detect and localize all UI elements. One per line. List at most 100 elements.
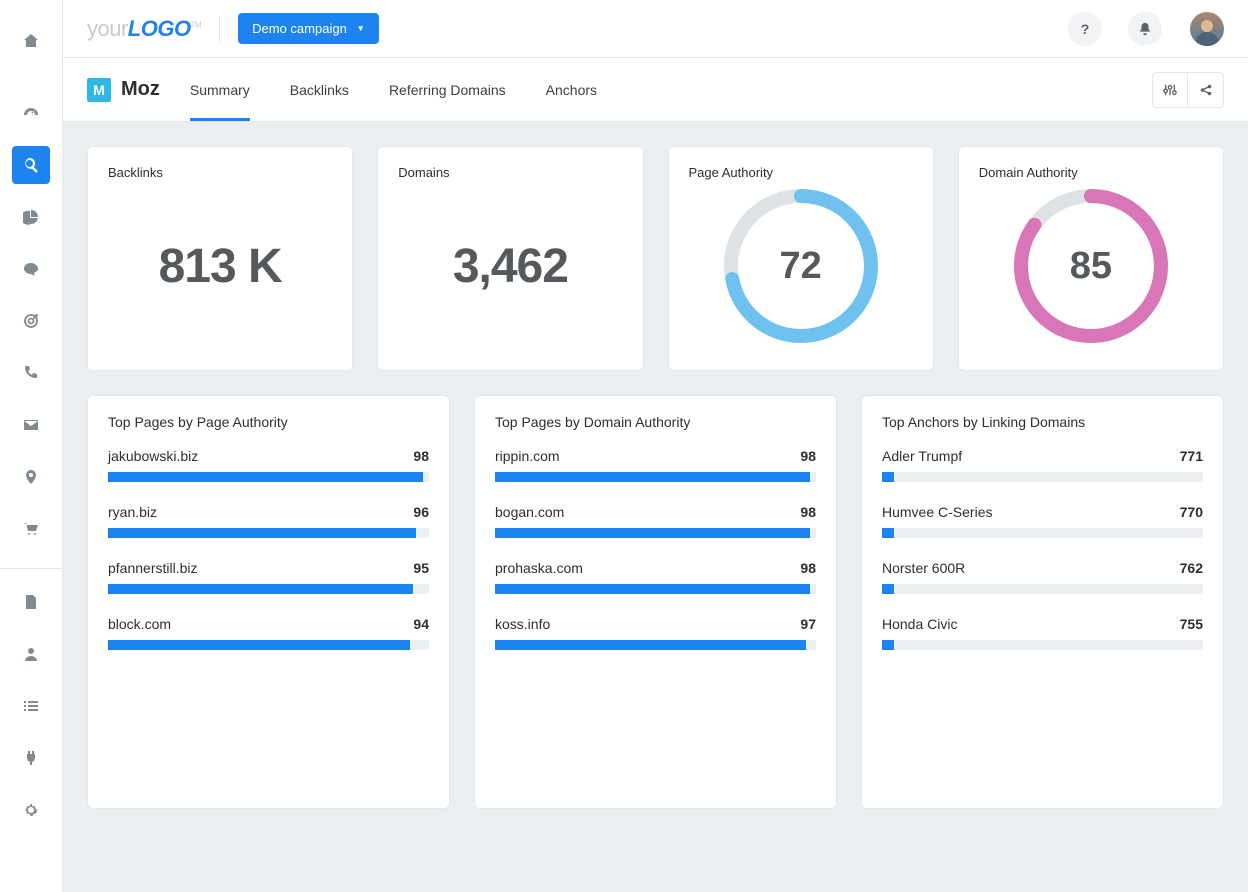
tab-anchors[interactable]: Anchors	[546, 58, 597, 121]
tool-title: Moz	[121, 78, 160, 101]
pin-icon	[23, 469, 39, 485]
list-item-value: 97	[800, 616, 816, 632]
tab-referring-domains[interactable]: Referring Domains	[389, 58, 506, 121]
sidebar-item-search[interactable]	[12, 146, 50, 184]
sidebar-item-phone[interactable]	[12, 354, 50, 392]
bar-track	[882, 472, 1203, 482]
list-item: pfannerstill.biz 95	[108, 560, 429, 594]
list-item: jakubowski.biz 98	[108, 448, 429, 482]
list-item: ryan.biz96	[108, 504, 429, 538]
kpi-value: 813 K	[159, 239, 282, 294]
bar-fill	[495, 472, 810, 482]
help-icon: ?	[1081, 21, 1090, 37]
list-item-value: 98	[800, 504, 816, 520]
list-item-label: jakubowski.biz	[108, 448, 198, 464]
filter-button[interactable]	[1152, 72, 1188, 108]
kpi-page-authority: Page Authority 72	[668, 146, 934, 371]
kpi-title: Domain Authority	[979, 165, 1203, 180]
list-item-label: Norster 600R	[882, 560, 965, 576]
bar-fill	[495, 640, 806, 650]
list-item-label: koss.info	[495, 616, 550, 632]
sidebar-item-integrations[interactable]	[12, 739, 50, 777]
list-item-label: Adler Trumpf	[882, 448, 962, 464]
phone-icon	[23, 365, 39, 381]
kpi-title: Backlinks	[108, 165, 332, 180]
sidebar-item-settings[interactable]	[12, 791, 50, 829]
list-item: prohaska.com 98	[495, 560, 816, 594]
donut-domain-authority: 85	[1009, 184, 1173, 348]
kpi-domains: Domains 3,462	[377, 146, 643, 371]
caret-down-icon: ▼	[357, 24, 365, 33]
gear-icon	[23, 802, 39, 818]
home-icon	[23, 33, 39, 49]
list-item-label: pfannerstill.biz	[108, 560, 198, 576]
sidebar-item-mail[interactable]	[12, 406, 50, 444]
bar-track	[108, 528, 429, 538]
bar-track	[882, 528, 1203, 538]
list-item-label: Honda Civic	[882, 616, 957, 632]
list-item-label: bogan.com	[495, 504, 564, 520]
plug-icon	[23, 750, 39, 766]
donut-page-authority: 72	[719, 184, 883, 348]
content: Backlinks 813 K Domains 3,462 Page Autho…	[63, 122, 1248, 892]
bar-track	[495, 640, 816, 650]
list-item-value: 98	[800, 560, 816, 576]
sliders-icon	[1163, 83, 1177, 97]
sidebar-item-chat[interactable]	[12, 250, 50, 288]
sidebar-item-cart[interactable]	[12, 510, 50, 548]
pie-icon	[23, 209, 39, 225]
tab-summary[interactable]: Summary	[190, 58, 250, 121]
bar-fill	[108, 472, 423, 482]
list-item: Humvee C-Series 770	[882, 504, 1203, 538]
sidebar-item-dashboard[interactable]	[12, 94, 50, 132]
list-item: Norster 600R 762	[882, 560, 1203, 594]
donut-value: 85	[1009, 184, 1173, 348]
list-item-value: 96	[413, 504, 429, 520]
list-item-value: 770	[1180, 504, 1203, 520]
bar-track	[108, 472, 429, 482]
list-title: Top Pages by Page Authority	[108, 414, 429, 430]
help-button[interactable]: ?	[1068, 12, 1102, 46]
bar-track	[108, 640, 429, 650]
user-avatar[interactable]	[1190, 12, 1224, 46]
sidebar-item-user[interactable]	[12, 635, 50, 673]
bar-fill	[495, 584, 810, 594]
list-item-label: prohaska.com	[495, 560, 583, 576]
search-icon	[23, 157, 39, 173]
sidebar-item-location[interactable]	[12, 458, 50, 496]
sidebar-item-reports[interactable]	[12, 583, 50, 621]
sidebar-item-tasks[interactable]	[12, 687, 50, 725]
campaign-selector[interactable]: Demo campaign ▼	[238, 13, 379, 44]
mail-icon	[23, 417, 39, 433]
list-title: Top Pages by Domain Authority	[495, 414, 816, 430]
bar-track	[495, 472, 816, 482]
kpi-domain-authority: Domain Authority 85	[958, 146, 1224, 371]
tabs: Summary Backlinks Referring Domains Anchors	[190, 58, 597, 121]
bar-fill	[882, 584, 894, 594]
bar-fill	[108, 584, 413, 594]
list-item-value: 95	[413, 560, 429, 576]
tool-badge: M	[87, 78, 111, 102]
sidebar-item-pie[interactable]	[12, 198, 50, 236]
tab-backlinks[interactable]: Backlinks	[290, 58, 349, 121]
list-icon	[23, 698, 39, 714]
chat-icon	[23, 261, 39, 277]
list-item-label: Humvee C-Series	[882, 504, 992, 520]
user-icon	[23, 646, 39, 662]
list-item-value: 98	[413, 448, 429, 464]
kpi-title: Domains	[398, 165, 622, 180]
kpi-title: Page Authority	[689, 165, 913, 180]
sidebar-item-home[interactable]	[12, 22, 50, 60]
share-button[interactable]	[1188, 72, 1224, 108]
target-icon	[23, 313, 39, 329]
list-item: block.com94	[108, 616, 429, 650]
bar-track	[108, 584, 429, 594]
sidebar-item-target[interactable]	[12, 302, 50, 340]
logo[interactable]: yourLOGOTM	[87, 16, 201, 42]
topbar: yourLOGOTM Demo campaign ▼ ?	[63, 0, 1248, 58]
notifications-button[interactable]	[1128, 12, 1162, 46]
list-card: Top Pages by Page Authority jakubowski.bi…	[87, 395, 450, 809]
bar-fill	[882, 528, 894, 538]
list-item-value: 762	[1180, 560, 1203, 576]
cart-icon	[23, 521, 39, 537]
